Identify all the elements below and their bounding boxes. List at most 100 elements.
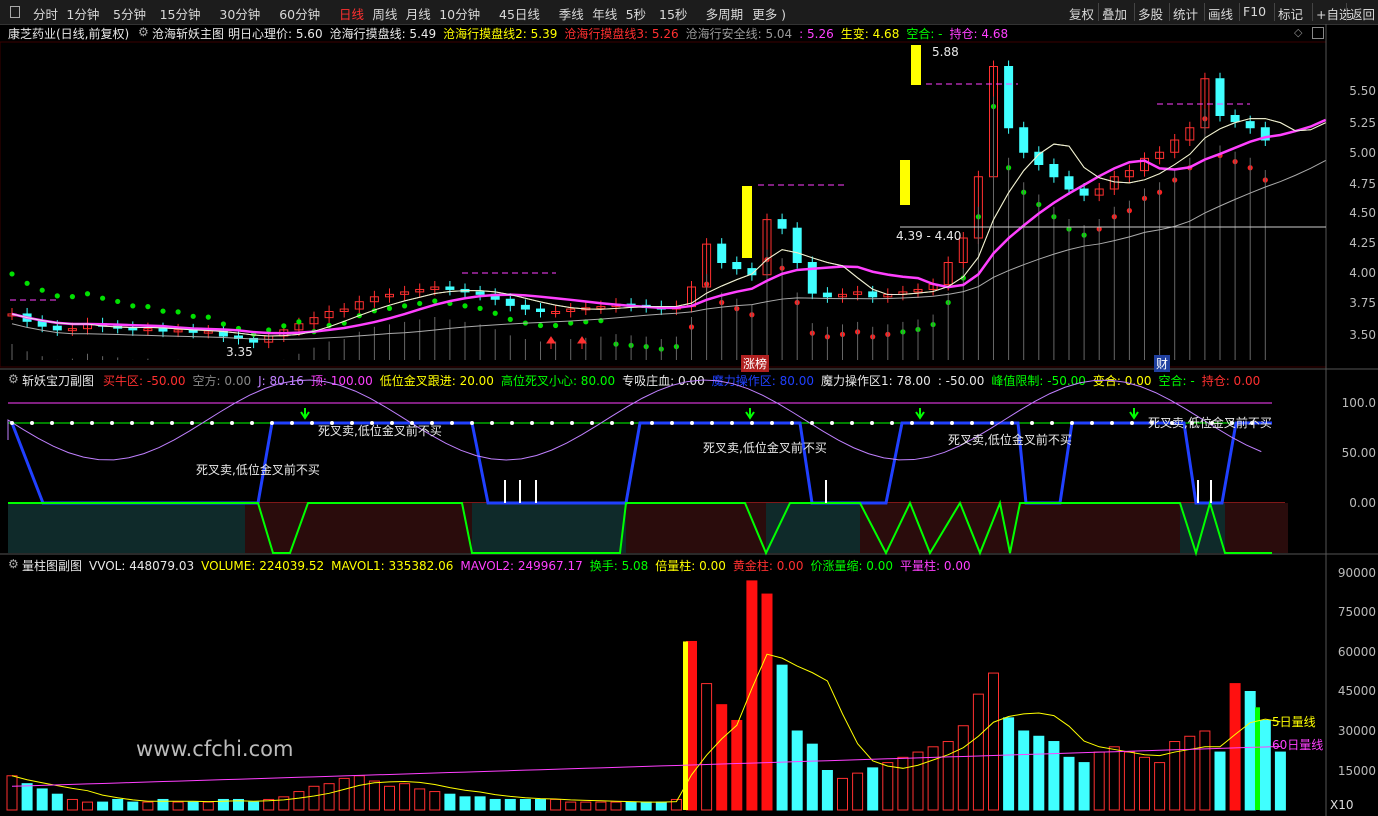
gear-icon[interactable]: ⚙ bbox=[8, 372, 19, 386]
candle bbox=[898, 291, 908, 295]
volume-bar bbox=[580, 801, 592, 811]
volume-bar bbox=[957, 725, 969, 811]
sar-dot bbox=[779, 265, 785, 271]
sar-dot bbox=[553, 322, 559, 329]
candle bbox=[611, 303, 621, 308]
indicator-name[interactable]: 沧海斩妖主图 bbox=[152, 25, 224, 42]
toolbar-button[interactable]: F10 bbox=[1243, 4, 1266, 19]
sar-dot bbox=[326, 322, 332, 329]
signal-dot bbox=[270, 421, 274, 425]
signal-dot bbox=[1130, 421, 1134, 425]
volume-bar bbox=[821, 770, 833, 811]
period-tab[interactable]: 5分钟 bbox=[113, 4, 146, 23]
signal-dot bbox=[10, 421, 14, 425]
volume-bar bbox=[217, 798, 229, 811]
period-tab[interactable]: 10分钟 bbox=[439, 4, 480, 23]
stock-chart-canvas[interactable] bbox=[0, 0, 1378, 816]
volume-bar bbox=[897, 756, 909, 811]
volume-bar bbox=[6, 775, 18, 811]
sar-dot bbox=[24, 280, 30, 286]
sar-dot bbox=[945, 299, 951, 306]
period-tab[interactable]: 日线 bbox=[339, 4, 364, 23]
green-zigzag bbox=[8, 499, 1272, 557]
period-tab[interactable]: 更多 ) bbox=[752, 4, 786, 23]
toolbar-button[interactable]: 统计 bbox=[1173, 4, 1198, 23]
bull-zone bbox=[766, 503, 860, 553]
sar-dot bbox=[1081, 232, 1087, 238]
volume-bar bbox=[942, 741, 954, 811]
indicator-field: MAVOL2: 249967.17 bbox=[460, 559, 583, 573]
sar-dot bbox=[386, 305, 393, 311]
signal-dot bbox=[790, 421, 794, 425]
period-tab[interactable]: 1分钟 bbox=[66, 4, 99, 23]
signal-note: 死叉卖,低位金叉前不买 bbox=[318, 424, 442, 438]
volume-bar bbox=[1048, 741, 1060, 811]
signal-dot bbox=[1090, 421, 1094, 425]
sub2-title[interactable]: 量柱图副图 bbox=[22, 557, 82, 574]
limit-up-candle bbox=[911, 45, 921, 85]
period-tab[interactable]: 多周期 bbox=[706, 4, 744, 23]
period-tab[interactable]: 5秒 bbox=[626, 4, 646, 23]
stock-title[interactable]: 康芝药业(日线,前复权) bbox=[8, 25, 129, 42]
period-tab[interactable]: 季线 bbox=[559, 4, 584, 23]
indicator-field: 专吸庄血: 0.00 bbox=[622, 374, 705, 388]
volume-bar bbox=[670, 798, 682, 811]
signal-dot bbox=[550, 421, 554, 425]
candle bbox=[173, 329, 183, 333]
sar-dot bbox=[205, 314, 211, 320]
volume-bar bbox=[384, 785, 395, 811]
period-tab[interactable]: 分时 bbox=[33, 4, 58, 23]
diamond-icon[interactable]: ◇ bbox=[1294, 26, 1302, 39]
signal-dot bbox=[610, 421, 614, 425]
sar-dot bbox=[1232, 159, 1238, 165]
candle bbox=[943, 262, 953, 286]
sar-dot bbox=[1066, 226, 1072, 232]
sar-dot bbox=[990, 103, 997, 110]
period-tab[interactable]: 60分钟 bbox=[279, 4, 320, 23]
panel-toggle-icon[interactable] bbox=[10, 6, 20, 18]
axis-tick-label: 3.75 bbox=[1349, 296, 1376, 310]
gear-icon[interactable]: ⚙ bbox=[138, 25, 149, 39]
sar-dot bbox=[839, 331, 846, 337]
candle bbox=[732, 262, 742, 270]
sub1-title[interactable]: 斩妖宝刀副图 bbox=[22, 372, 94, 389]
candle bbox=[52, 325, 62, 331]
period-tab[interactable]: 年线 bbox=[592, 4, 617, 23]
candle bbox=[551, 311, 561, 314]
limit-up-badge[interactable]: 涨榜 bbox=[741, 355, 770, 372]
period-tab[interactable]: 30分钟 bbox=[219, 4, 260, 23]
volume-bar bbox=[686, 640, 697, 811]
toolbar-button[interactable]: 标记 bbox=[1278, 4, 1303, 23]
ma-line bbox=[11, 118, 1326, 337]
signal-dot bbox=[1050, 421, 1054, 425]
sar-dot bbox=[930, 321, 936, 328]
volume-bar bbox=[414, 788, 426, 811]
volume-bar bbox=[565, 801, 577, 811]
signal-dot bbox=[250, 421, 254, 425]
volume-bar bbox=[595, 801, 607, 811]
signal-dot bbox=[990, 421, 994, 425]
period-tab[interactable]: 15分钟 bbox=[160, 4, 201, 23]
axis-tick-label: 45000 bbox=[1337, 684, 1376, 698]
ma5-volume-line bbox=[11, 653, 1281, 803]
panel-toggle-icon[interactable] bbox=[1312, 27, 1324, 39]
period-tab[interactable]: 月线 bbox=[406, 4, 431, 23]
period-tab[interactable]: 45日线 bbox=[499, 4, 540, 23]
indicator-field: VOLUME: 224039.52 bbox=[201, 559, 325, 573]
toolbar-button[interactable]: 多股 bbox=[1138, 4, 1163, 23]
toolbar-button[interactable]: 叠加 bbox=[1102, 4, 1127, 23]
toolbar-button[interactable]: 复权 bbox=[1069, 4, 1094, 23]
toolbar-button[interactable]: 返回 bbox=[1350, 4, 1375, 23]
period-tab[interactable]: 周线 bbox=[372, 4, 397, 23]
candle bbox=[1155, 151, 1165, 159]
signal-dot bbox=[1030, 421, 1034, 425]
gear-icon[interactable]: ⚙ bbox=[8, 557, 19, 571]
toolbar-button[interactable]: 画线 bbox=[1208, 4, 1233, 23]
sar-dot bbox=[251, 331, 257, 337]
volume-bar bbox=[308, 785, 320, 811]
volume-bar bbox=[504, 798, 516, 811]
volume-bar bbox=[776, 664, 788, 811]
period-tab[interactable]: 15秒 bbox=[659, 4, 687, 23]
volume-bar bbox=[806, 743, 818, 811]
finance-badge[interactable]: 财 bbox=[1154, 355, 1171, 372]
